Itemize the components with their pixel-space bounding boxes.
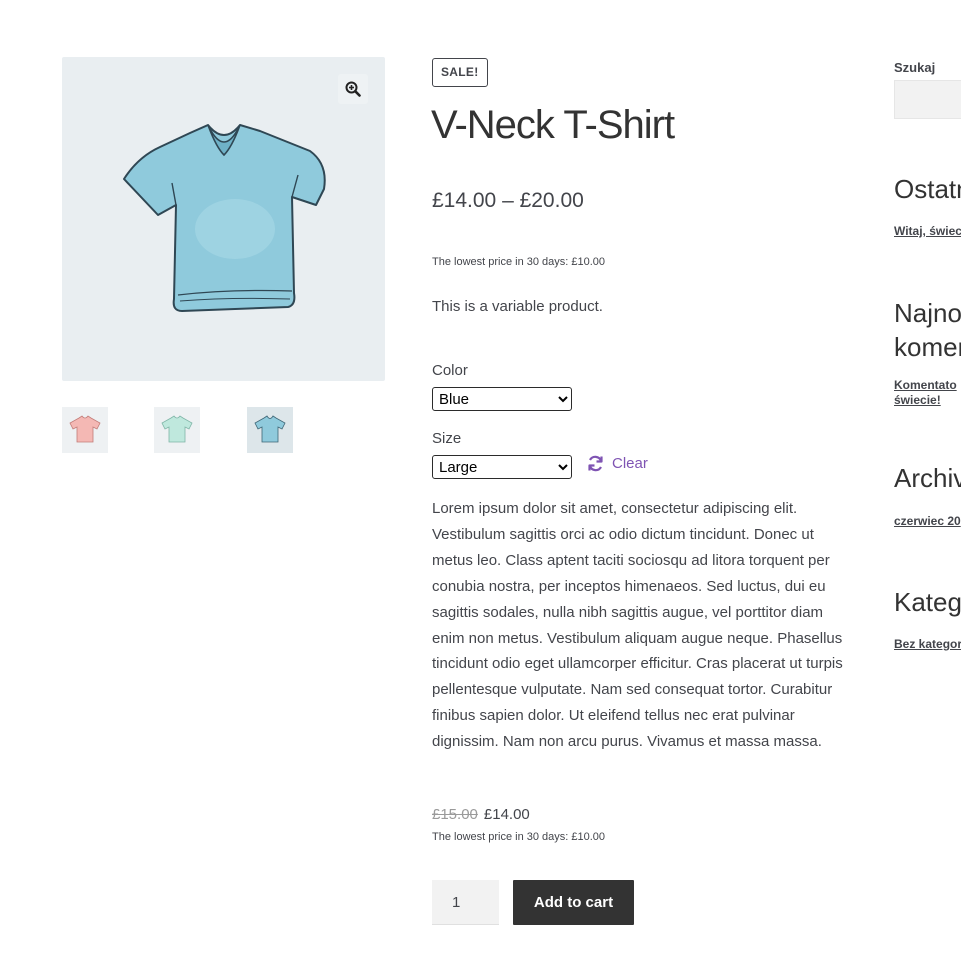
variation-lowest-price-note: The lowest price in 30 days: £10.00 xyxy=(432,831,606,843)
product-main-image[interactable] xyxy=(62,57,385,381)
sidebar-search-label: Szukaj xyxy=(894,60,936,75)
recent-comments-heading-line2: komer xyxy=(894,332,961,362)
archives-heading: Archiv xyxy=(894,463,961,493)
thumbnail-mint[interactable] xyxy=(154,407,200,453)
color-label: Color xyxy=(432,362,468,379)
quantity-input[interactable] xyxy=(432,880,499,925)
refresh-icon xyxy=(588,455,603,472)
zoom-icon[interactable] xyxy=(338,74,368,104)
archive-link[interactable]: czerwiec 20 xyxy=(894,514,961,529)
size-select[interactable]: Large xyxy=(432,455,572,479)
color-select[interactable]: Blue xyxy=(432,387,572,411)
thumbnail-blue[interactable] xyxy=(247,407,293,453)
recent-post-link[interactable]: Witaj, świec xyxy=(894,224,961,239)
recent-comments-heading-line1: Najno xyxy=(894,298,961,328)
product-description: Lorem ipsum dolor sit amet, consectetur … xyxy=(432,500,843,751)
recent-posts-heading: Ostatn xyxy=(894,174,961,204)
short-description: This is a variable product. xyxy=(432,298,603,315)
lowest-price-note: The lowest price in 30 days: £10.00 xyxy=(432,256,606,268)
clear-label: Clear xyxy=(612,455,648,472)
sale-badge: SALE! xyxy=(432,58,488,87)
tshirt-image xyxy=(123,124,326,312)
recent-comment-author-link[interactable]: Komentato xyxy=(894,378,957,393)
thumbnail-pink[interactable] xyxy=(62,407,108,453)
categories-heading: Kategc xyxy=(894,587,961,617)
product-page: SALE! V-Neck T-Shirt £14.00 – £20.00 The… xyxy=(0,0,961,955)
sidebar-search-input[interactable] xyxy=(894,80,961,119)
clear-variations-link[interactable]: Clear xyxy=(587,455,648,472)
new-price: £14.00 xyxy=(483,806,530,823)
price-range: £14.00 – £20.00 xyxy=(432,189,584,212)
category-link[interactable]: Bez kategor xyxy=(894,637,961,652)
old-price: £15.00 xyxy=(432,806,478,823)
recent-comment-post-link[interactable]: świecie! xyxy=(894,393,941,408)
size-label: Size xyxy=(432,430,462,447)
variation-price: £15.00 £14.00 xyxy=(432,806,530,823)
add-to-cart-button[interactable]: Add to cart xyxy=(513,880,634,925)
product-title: V-Neck T-Shirt xyxy=(431,103,675,147)
